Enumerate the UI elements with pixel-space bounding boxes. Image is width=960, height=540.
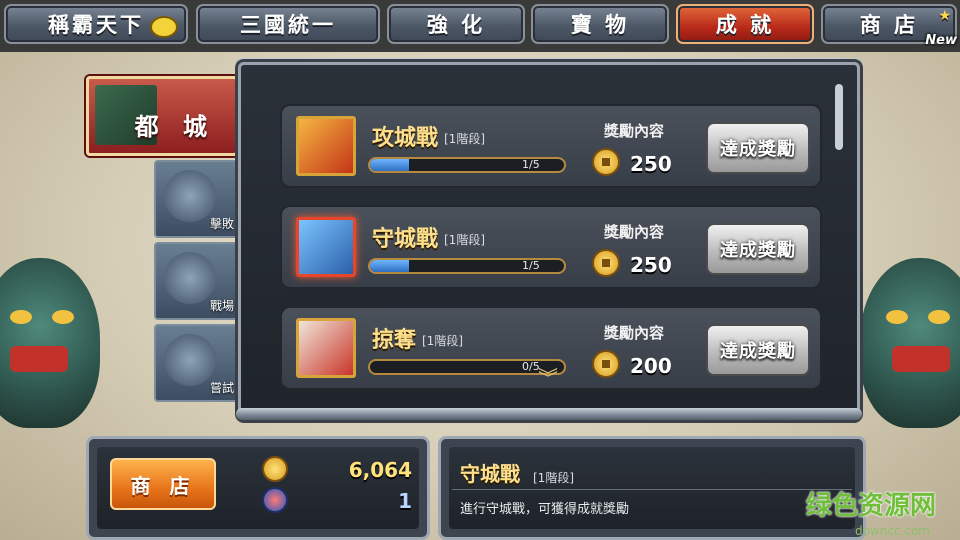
category-defeat[interactable]: 擊敗 (154, 160, 240, 238)
tab-conquer[interactable]: 稱霸天下 (4, 4, 188, 44)
category-capital[interactable]: 都 城 (86, 76, 238, 156)
scrollbar-thumb[interactable] (835, 84, 843, 150)
achievement-title: 守城戰 (372, 227, 439, 252)
reward-label: 獎勵內容 (604, 223, 665, 241)
tab-treasure-label: 寶 物 (570, 13, 630, 37)
claim-reward-label: 達成獎勵 (720, 341, 796, 362)
warrior-icon (164, 170, 216, 222)
siege-fire-icon (296, 116, 356, 176)
gems-row: 1 (262, 487, 412, 517)
gem-bag-icon (262, 487, 288, 513)
castle-defense-icon (296, 217, 356, 277)
star-icon: ★ (938, 8, 951, 24)
new-badge: New (925, 33, 957, 48)
achievement-title: 掠奪 (372, 328, 417, 353)
category-battlefield-label: 戰場 (209, 299, 234, 313)
axe-plunder-icon (296, 318, 356, 378)
tab-shop[interactable]: 商 店 ★ New (821, 4, 957, 48)
coins-value: 6,064 (348, 458, 412, 482)
watermark-text: 绿色资源网 (805, 491, 936, 521)
detail-title: 守城戰 (460, 462, 520, 486)
coin-icon (592, 148, 620, 176)
battle-icon (164, 252, 216, 304)
shop-button-label: 商 店 (130, 473, 196, 498)
tab-enhance[interactable]: 強 化 (387, 4, 525, 44)
reward-amount: 250 (630, 253, 672, 277)
progress-text: 1/5 (522, 259, 540, 272)
tab-achievement-label: 成 就 (715, 13, 775, 37)
tab-treasure[interactable]: 寶 物 (531, 4, 669, 44)
lion-mouth (892, 346, 950, 372)
progress-fill (370, 159, 409, 171)
coins-row: 6,064 (262, 456, 412, 486)
chevron-down-icon[interactable]: ︾ (538, 362, 558, 391)
shop-button[interactable]: 商 店 (110, 458, 216, 510)
claim-reward-button[interactable]: 達成獎勵 (706, 122, 810, 174)
lion-eye (10, 310, 32, 324)
coin-icon (262, 456, 288, 482)
tab-achievement[interactable]: 成 就 (676, 4, 814, 44)
achievement-stage: [1階段] (444, 233, 485, 247)
category-attempt[interactable]: 嘗試 (154, 324, 240, 402)
fist-icon (164, 334, 216, 386)
tab-shop-label: 商 店 (859, 13, 919, 37)
tab-conquer-label: 稱霸天下 (48, 13, 144, 37)
scroll-rod-bottom (236, 408, 862, 420)
detail-panel (438, 436, 866, 540)
progress-text: 1/5 (522, 158, 540, 171)
category-capital-label: 都 城 (134, 113, 215, 141)
category-battlefield[interactable]: 戰場 (154, 242, 240, 320)
claim-reward-label: 達成獎勵 (720, 240, 796, 261)
progress-fill (370, 260, 409, 272)
achievement-stage: [1階段] (444, 132, 485, 146)
reward-amount: 250 (630, 152, 672, 176)
achievement-title: 攻城戰 (372, 126, 439, 151)
claim-reward-button[interactable]: 達成獎勵 (706, 324, 810, 376)
watermark-url: downcc.com (854, 524, 930, 538)
claim-reward-button[interactable]: 達成獎勵 (706, 223, 810, 275)
divider (452, 489, 852, 490)
achievement-card[interactable]: 攻城戰 [1階段] 1/5 獎勵內容 250 達成獎勵 (280, 104, 822, 188)
lion-statue-left (0, 258, 100, 428)
gems-value: 1 (398, 489, 412, 513)
lion-eye (886, 310, 908, 324)
achievement-stage: [1階段] (422, 334, 463, 348)
detail-stage: [1階段] (533, 471, 574, 485)
reward-amount: 200 (630, 354, 672, 378)
coin-icon (592, 249, 620, 277)
claim-reward-label: 達成獎勵 (720, 139, 796, 160)
achievement-card[interactable]: 守城戰 [1階段] 1/5 獎勵內容 250 達成獎勵 (280, 205, 822, 289)
detail-description: 進行守城戰，可獲得成就獎勵 (460, 502, 630, 517)
coin-icon (592, 350, 620, 378)
category-defeat-label: 擊敗 (209, 217, 234, 231)
reward-label: 獎勵內容 (604, 324, 665, 342)
lion-eye (52, 310, 74, 324)
lion-mouth (10, 346, 68, 372)
chat-icon (150, 16, 178, 38)
reward-label: 獎勵內容 (604, 122, 665, 140)
category-attempt-label: 嘗試 (209, 381, 234, 395)
tab-unify-label: 三國統一 (240, 13, 336, 37)
lion-statue-right (860, 258, 960, 428)
tab-enhance-label: 強 化 (426, 13, 486, 37)
tab-unify[interactable]: 三國統一 (196, 4, 380, 44)
lion-eye (928, 310, 950, 324)
